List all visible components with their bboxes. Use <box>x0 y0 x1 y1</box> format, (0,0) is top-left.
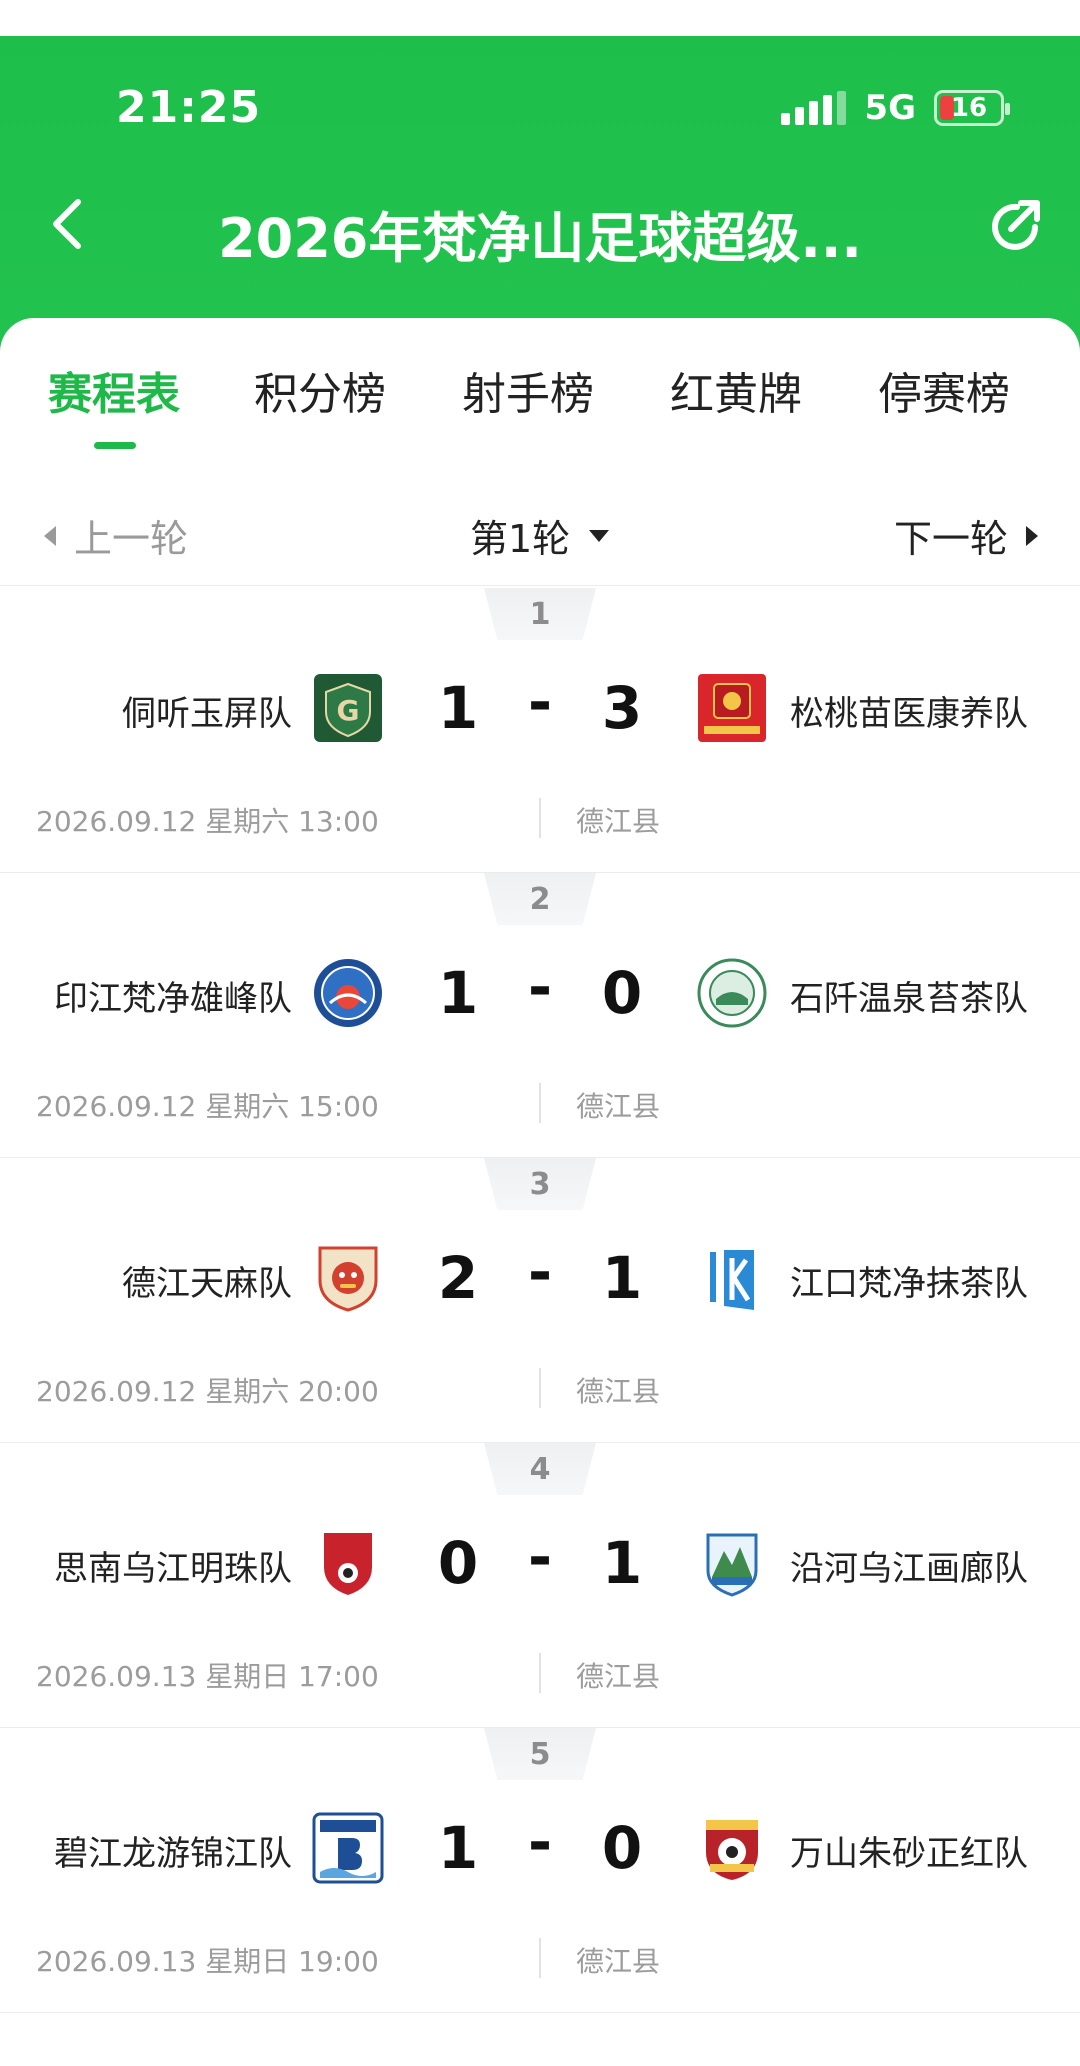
home-team-name: 侗听玉屏队 <box>122 694 292 734</box>
caret-left-icon <box>44 525 56 546</box>
red-banner-icon <box>696 672 768 744</box>
battery-level: 16 <box>950 93 988 123</box>
match-row[interactable]: 4 思南乌江明珠队 0 - 1 沿河乌江画廊队 2026.09.13 星期日 1… <box>0 1443 1080 1728</box>
back-icon[interactable] <box>36 194 96 254</box>
match-venue: 德江县 <box>576 1090 661 1123</box>
green-crest-icon: G <box>312 672 384 744</box>
match-datetime: 2026.09.12 星期六 20:00 <box>36 1375 379 1408</box>
status-time: 21:25 <box>116 82 262 133</box>
match-venue: 德江县 <box>576 805 661 838</box>
score-separator: - <box>527 668 553 736</box>
home-score: 1 <box>437 674 479 742</box>
match-row[interactable]: 3 德江天麻队 2 - 1 江口梵净抹茶队 2026.09.12 星期六 20:… <box>0 1158 1080 1443</box>
score-separator: - <box>527 953 553 1021</box>
round-select[interactable]: 第1轮 <box>470 508 610 563</box>
match-venue: 德江县 <box>576 1660 661 1693</box>
match-datetime: 2026.09.13 星期日 17:00 <box>36 1660 379 1693</box>
match-datetime: 2026.09.12 星期六 13:00 <box>36 805 379 838</box>
home-team-name: 德江天麻队 <box>122 1264 292 1304</box>
blue-k-icon <box>696 1242 768 1314</box>
tab-suspensions[interactable]: 停赛榜 <box>878 358 1010 438</box>
tab-bar: 赛程表 积分榜 射手榜 红黄牌 停赛榜 <box>0 358 1080 458</box>
wsfa-ball-icon <box>696 1812 768 1884</box>
signal-icon <box>781 91 847 125</box>
current-round-label: 第1轮 <box>470 517 571 561</box>
away-score: 1 <box>601 1529 643 1597</box>
tab-schedule[interactable]: 赛程表 <box>48 358 180 438</box>
match-number: 1 <box>484 588 596 640</box>
away-score: 0 <box>601 959 643 1027</box>
battery-icon: 16 <box>934 90 1010 126</box>
home-team-name: 思南乌江明珠队 <box>54 1549 292 1589</box>
score-separator: - <box>527 1238 553 1306</box>
divider <box>539 1368 541 1408</box>
tab-standings[interactable]: 积分榜 <box>254 358 386 438</box>
tab-cards[interactable]: 红黄牌 <box>670 358 802 438</box>
next-round-button[interactable]: 下一轮 <box>894 508 1040 563</box>
divider <box>539 1938 541 1978</box>
match-datetime: 2026.09.12 星期六 15:00 <box>36 1090 379 1123</box>
screen: 21:25 5G 16 2026年梵净山足球超级... 赛程表 积分榜 射手榜 … <box>0 0 1080 2066</box>
match-number: 2 <box>484 873 596 925</box>
match-number: 5 <box>484 1728 596 1780</box>
away-team-name: 江口梵净抹茶队 <box>790 1264 1028 1304</box>
away-team-name: 松桃苗医康养队 <box>790 694 1028 734</box>
match-venue: 德江县 <box>576 1945 661 1978</box>
score-separator: - <box>527 1808 553 1876</box>
prev-round-label: 上一轮 <box>74 517 189 561</box>
cfa-shield-icon <box>312 1527 384 1599</box>
match-list: 1 侗听玉屏队 G 1 - 3 松桃苗医康养队 2026.09.12 星期六 1… <box>0 588 1080 2013</box>
home-score: 2 <box>437 1244 479 1312</box>
share-icon[interactable] <box>984 194 1046 256</box>
svg-text:G: G <box>337 694 360 727</box>
divider <box>539 1083 541 1123</box>
match-number: 4 <box>484 1443 596 1495</box>
match-venue: 德江县 <box>576 1375 661 1408</box>
round-navigator: 上一轮 第1轮 下一轮 <box>0 478 1080 586</box>
match-datetime: 2026.09.13 星期日 19:00 <box>36 1945 379 1978</box>
network-type: 5G <box>864 88 916 128</box>
away-team-name: 沿河乌江画廊队 <box>790 1549 1028 1589</box>
page-title: 2026年梵净山足球超级... <box>218 207 862 270</box>
away-score: 0 <box>601 1814 643 1882</box>
blue-round-badge-icon <box>312 957 384 1029</box>
match-number: 3 <box>484 1158 596 1210</box>
status-indicators: 5G 16 <box>781 88 1010 128</box>
home-team-name: 印江梵净雄峰队 <box>54 979 292 1019</box>
away-team-name: 万山朱砂正红队 <box>790 1834 1028 1874</box>
away-score: 3 <box>601 674 643 742</box>
home-score: 1 <box>437 959 479 1027</box>
match-row[interactable]: 2 印江梵净雄峰队 1 - 0 石阡温泉苔茶队 2026.09.12 星期六 1… <box>0 873 1080 1158</box>
home-team-name: 碧江龙游锦江队 <box>54 1834 292 1874</box>
score-separator: - <box>527 1523 553 1591</box>
prev-round-button[interactable]: 上一轮 <box>42 508 188 563</box>
home-score: 0 <box>437 1529 479 1597</box>
blue-b-icon <box>312 1812 384 1884</box>
tab-scorers[interactable]: 射手榜 <box>462 358 594 438</box>
status-bar: 21:25 5G 16 <box>0 36 1080 146</box>
divider <box>539 1653 541 1693</box>
caret-down-icon <box>589 529 610 542</box>
divider <box>539 798 541 838</box>
active-tab-indicator <box>94 442 136 449</box>
home-score: 1 <box>437 1814 479 1882</box>
caret-right-icon <box>1026 525 1038 546</box>
match-row[interactable]: 1 侗听玉屏队 G 1 - 3 松桃苗医康养队 2026.09.12 星期六 1… <box>0 588 1080 873</box>
away-score: 1 <box>601 1244 643 1312</box>
next-round-label: 下一轮 <box>893 517 1008 561</box>
match-row[interactable]: 5 碧江龙游锦江队 1 - 0 万山朱砂正红队 2026.09.13 星期日 1… <box>0 1728 1080 2013</box>
mountain-shield-icon <box>696 1527 768 1599</box>
green-round-badge-icon <box>696 957 768 1029</box>
content-card: 赛程表 积分榜 射手榜 红黄牌 停赛榜 上一轮 第1轮 下一轮 1 侗听玉屏队 … <box>0 318 1080 2066</box>
nav-bar: 2026年梵净山足球超级... <box>0 180 1080 270</box>
lion-shield-icon <box>312 1242 384 1314</box>
away-team-name: 石阡温泉苔茶队 <box>790 979 1028 1019</box>
